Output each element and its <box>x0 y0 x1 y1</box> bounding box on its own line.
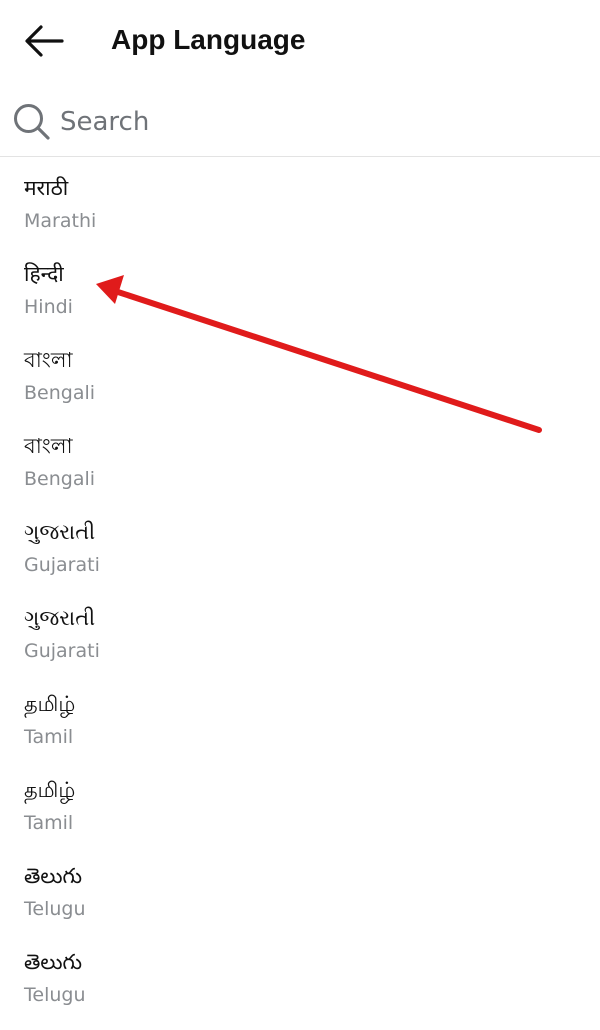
language-item-hindi[interactable]: हिन्दी Hindi <box>0 256 600 342</box>
top-app-bar: App Language <box>0 0 600 82</box>
search-input[interactable] <box>60 102 580 142</box>
language-english-name: Tamil <box>24 726 74 748</box>
language-item-telugu[interactable]: తెలుగు Telugu <box>0 858 600 944</box>
language-english-name: Hindi <box>24 296 73 318</box>
language-native-name: বাংলা <box>24 434 73 458</box>
language-english-name: Telugu <box>24 984 86 1006</box>
language-native-name: हिन्दी <box>24 262 64 286</box>
language-native-name: বাংলা <box>24 348 73 372</box>
language-english-name: Gujarati <box>24 554 100 576</box>
divider <box>0 156 600 157</box>
language-english-name: Bengali <box>24 382 96 404</box>
language-native-name: தமிழ் <box>24 692 76 716</box>
language-native-name: ગુજરાતી <box>24 606 96 630</box>
language-english-name: Marathi <box>24 210 97 232</box>
language-item-tamil[interactable]: தமிழ் Tamil <box>0 772 600 858</box>
language-native-name: తెలుగు <box>24 950 83 974</box>
language-english-name: Bengali <box>24 468 96 490</box>
language-english-name: Gujarati <box>24 640 100 662</box>
search-icon <box>14 104 50 140</box>
language-native-name: తెలుగు <box>24 864 83 888</box>
language-item-gujarati[interactable]: ગુજરાતી Gujarati <box>0 600 600 686</box>
page-title: App Language <box>111 24 306 55</box>
arrow-left-icon[interactable] <box>22 22 64 60</box>
language-native-name: ગુજરાતી <box>24 520 96 544</box>
language-item-marathi[interactable]: मराठी Marathi <box>0 170 600 256</box>
language-list: मराठी Marathi हिन्दी Hindi বাংলা Bengali… <box>0 170 600 1030</box>
language-english-name: Tamil <box>24 812 74 834</box>
language-item-tamil[interactable]: தமிழ் Tamil <box>0 686 600 772</box>
language-item-bengali[interactable]: বাংলা Bengali <box>0 428 600 514</box>
language-item-bengali[interactable]: বাংলা Bengali <box>0 342 600 428</box>
language-english-name: Telugu <box>24 898 86 920</box>
language-native-name: தமிழ் <box>24 778 76 802</box>
search-bar[interactable] <box>0 88 600 156</box>
language-native-name: मराठी <box>24 176 69 200</box>
language-item-gujarati[interactable]: ગુજરાતી Gujarati <box>0 514 600 600</box>
language-item-telugu[interactable]: తెలుగు Telugu <box>0 944 600 1030</box>
